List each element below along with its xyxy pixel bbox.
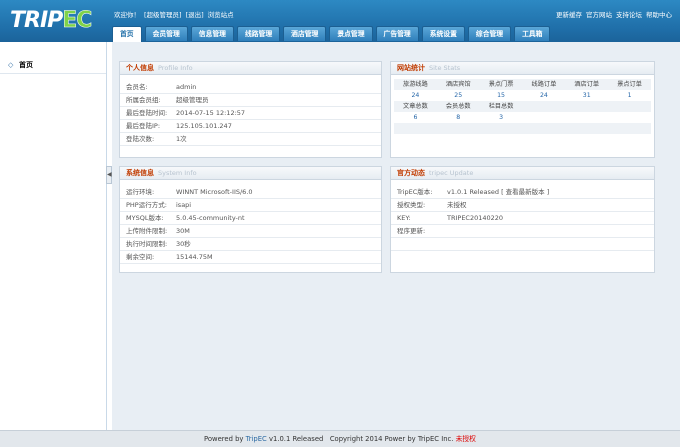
- tab-home[interactable]: 首页: [112, 26, 142, 42]
- site-stats-panel: 网站统计 Site Stats 旅游线路 酒店宾馆 景点门票 线路订单 酒店订单 …: [390, 61, 655, 158]
- help-center-link[interactable]: 帮助中心: [646, 11, 672, 19]
- sidebar-item-home[interactable]: ◇ 首页: [8, 60, 33, 70]
- official-row: 程序更新:: [391, 225, 654, 238]
- stat-value: 1: [627, 92, 632, 99]
- stat-label: 文章总数: [394, 101, 437, 112]
- clear-cache-link[interactable]: 更新缓存: [556, 11, 582, 19]
- tab-attractions[interactable]: 景点管理: [329, 26, 373, 41]
- stat-value: 24: [411, 92, 420, 99]
- profile-panel-header: 个人信息 Profile Info: [120, 62, 381, 75]
- license-value: 未授权: [447, 201, 467, 209]
- diamond-icon: ◇: [8, 61, 14, 69]
- version-value: v1.0.1 Released: [447, 188, 499, 196]
- tab-info[interactable]: 信息管理: [190, 26, 234, 41]
- sidebar-toggle-handle[interactable]: ◀: [106, 166, 112, 184]
- official-row: 授权类型: 未授权: [391, 199, 654, 212]
- profile-row: 最后登陆时间: 2014-07-15 12:12:57: [120, 107, 381, 120]
- stat-value: 3: [499, 114, 504, 121]
- support-forum-link[interactable]: 支持论坛: [616, 11, 642, 19]
- profile-panel: 个人信息 Profile Info 会员名: admin 所属会员组: 超级管理员 最…: [119, 61, 382, 158]
- stat-label: 栏目总数: [479, 101, 523, 112]
- sidebar-divider: [0, 73, 106, 74]
- profile-row: 会员名: admin: [120, 81, 381, 94]
- user-group: [超级管理员]: [144, 11, 182, 19]
- logo[interactable]: TRIPEC: [10, 7, 93, 35]
- footer: Powered by TripEC v1.0.1 Released Copyri…: [0, 430, 680, 447]
- stat-value: 15: [497, 92, 505, 99]
- official-update-panel-header: 官方动态 tripec Update: [391, 167, 654, 180]
- stat-label: 酒店宾馆: [436, 79, 480, 90]
- tab-hotels[interactable]: 酒店管理: [283, 26, 327, 41]
- logout-link[interactable]: [退出]: [186, 11, 204, 19]
- stat-label: 景点订单: [608, 79, 651, 90]
- official-row: KEY: TRIPEC20140220: [391, 212, 654, 225]
- main-nav: 首页 会员管理 信息管理 线路管理 酒店管理 景点管理 广告管理 系统设置 综合…: [112, 26, 551, 42]
- key-value: TRIPEC20140220: [447, 214, 504, 222]
- welcome-bar: 欢迎你！ [超级管理员] [退出] 浏览站点: [114, 9, 238, 19]
- stat-value: 6: [413, 114, 418, 121]
- footer-brand-link[interactable]: TripEC: [246, 435, 267, 443]
- tab-settings[interactable]: 系统设置: [421, 26, 465, 41]
- tab-ads[interactable]: 广告管理: [375, 26, 419, 41]
- stat-label: 会员总数: [436, 101, 480, 112]
- stat-label: 景点门票: [479, 79, 523, 90]
- profile-row: 登陆次数: 1次: [120, 133, 381, 146]
- tab-tools[interactable]: 工具箱: [514, 26, 551, 41]
- system-row: 执行时间限制: 30秒: [120, 238, 381, 251]
- profile-row: 所属会员组: 超级管理员: [120, 94, 381, 107]
- stat-value: 24: [539, 92, 548, 99]
- header: TRIPEC 欢迎你！ [超级管理员] [退出] 浏览站点 更新缓存 官方网站 支持论坛帮…: [0, 0, 680, 42]
- sidebar: ◇ 首页: [0, 42, 107, 430]
- system-row: 剩余空间: 15144.75M: [120, 251, 381, 264]
- stat-label: 酒店订单: [565, 79, 609, 90]
- stats-grid: 旅游线路 酒店宾馆 景点门票 线路订单 酒店订单 景点订单 24 25 15 2…: [394, 79, 651, 134]
- system-row: PHP运行方式: isapi: [120, 199, 381, 212]
- top-links: 更新缓存 官方网站 支持论坛 帮助中心: [552, 9, 672, 19]
- stat-label: 旅游线路: [394, 79, 437, 90]
- footer-unlicensed: 未授权: [455, 435, 476, 443]
- welcome-text: 欢迎你！: [114, 11, 140, 19]
- tab-members[interactable]: 会员管理: [144, 26, 188, 41]
- official-site-link[interactable]: 官方网站: [586, 11, 612, 19]
- profile-row: 最后登陆IP: 125.105.101.247: [120, 120, 381, 133]
- system-info-panel-header: 系统信息 System Info: [120, 167, 381, 180]
- official-row-empty: [391, 238, 654, 251]
- system-row: 运行环境: WINNT Microsoft-IIS/6.0: [120, 186, 381, 199]
- official-update-panel: 官方动态 tripec Update TripEC版本: v1.0.1 Releas…: [390, 166, 655, 273]
- tab-routes[interactable]: 线路管理: [236, 26, 281, 41]
- site-stats-panel-header: 网站统计 Site Stats: [391, 62, 654, 75]
- system-row: 上传附件限制: 30M: [120, 225, 381, 238]
- check-latest-link[interactable]: [ 查看最新版本 ]: [501, 188, 549, 196]
- stat-value: 31: [582, 92, 591, 99]
- tab-general[interactable]: 综合管理: [467, 26, 512, 41]
- stat-label: 线路订单: [522, 79, 566, 90]
- stat-value: 25: [454, 92, 463, 99]
- stat-value: 8: [456, 114, 461, 121]
- official-row: TripEC版本: v1.0.1 Released [ 查看最新版本 ]: [391, 186, 654, 199]
- browse-site-link[interactable]: 浏览站点: [208, 11, 234, 19]
- system-row: MYSQL版本: 5.0.45-community-nt: [120, 212, 381, 225]
- system-info-panel: 系统信息 System Info 运行环境: WINNT Microsoft-IIS…: [119, 166, 382, 273]
